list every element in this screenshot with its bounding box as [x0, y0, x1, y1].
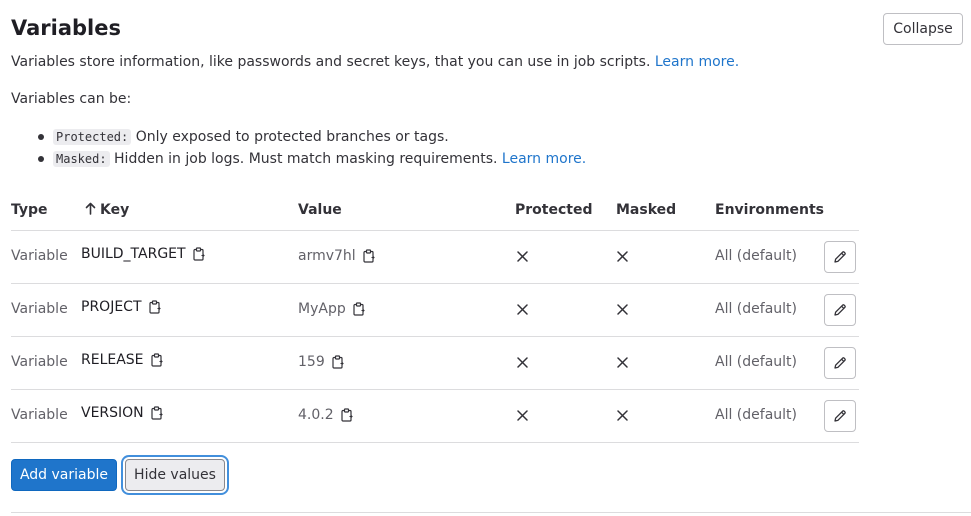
masked-code: Masked: [53, 151, 110, 167]
header-protected: Protected [515, 202, 593, 218]
variable-value-text: armv7hl [298, 248, 356, 264]
variable-value-text: 159 [298, 354, 325, 370]
variable-key-text: VERSION [81, 405, 144, 421]
arrow-up-icon [85, 202, 96, 215]
copy-key-icon[interactable] [151, 406, 163, 424]
collapse-button[interactable]: Collapse [883, 13, 963, 45]
protected-false-icon [517, 410, 528, 421]
variable-value-text: MyApp [298, 301, 346, 317]
masked-false-icon [617, 304, 628, 315]
header-value: Value [298, 202, 342, 218]
header-masked: Masked [616, 202, 677, 218]
masking-learn-more-link[interactable]: Learn more. [502, 151, 586, 167]
variable-type: Variable [11, 407, 68, 423]
variables-table: Type Key Value Protected Masked Environm… [11, 190, 859, 443]
variable-value-text: 4.0.2 [298, 407, 334, 423]
pencil-icon [834, 304, 846, 316]
protected-false-icon [517, 304, 528, 315]
variable-key-text: PROJECT [81, 299, 142, 315]
variable-value: armv7hl [298, 248, 375, 267]
variable-value: 4.0.2 [298, 407, 353, 426]
variable-type: Variable [11, 301, 68, 317]
edit-variable-button[interactable] [824, 241, 856, 273]
list-item: Masked: Hidden in job logs. Must match m… [11, 150, 586, 172]
table-header: Type Key Value Protected Masked Environm… [11, 190, 859, 231]
variable-type: Variable [11, 248, 68, 264]
learn-more-link[interactable]: Learn more. [655, 54, 739, 70]
edit-variable-button[interactable] [824, 347, 856, 379]
variable-environment: All (default) [715, 301, 797, 317]
protected-false-icon [517, 251, 528, 262]
masked-description: Hidden in job logs. Must match masking r… [114, 151, 498, 167]
table-row: Variable PROJECT MyApp All (default) [11, 284, 859, 337]
variable-key-text: RELEASE [81, 352, 144, 368]
variable-key-text: BUILD_TARGET [81, 246, 186, 262]
list-item: Protected: Only exposed to protected bra… [11, 128, 586, 150]
variable-environment: All (default) [715, 407, 797, 423]
hide-values-button[interactable]: Hide values [125, 459, 225, 491]
can-be-label: Variables can be: [11, 91, 132, 107]
section-divider [11, 512, 971, 513]
variable-type: Variable [11, 354, 68, 370]
variable-value: MyApp [298, 301, 365, 320]
description-text: Variables store information, like passwo… [11, 54, 651, 70]
table-row: Variable VERSION 4.0.2 All (default) [11, 390, 859, 443]
copy-key-icon[interactable] [150, 353, 163, 371]
table-row: Variable RELEASE 159 All (default) [11, 337, 859, 390]
variable-key: BUILD_TARGET [81, 246, 205, 265]
copy-value-icon[interactable] [341, 408, 353, 426]
variable-environment: All (default) [715, 248, 797, 264]
variable-key: PROJECT [81, 299, 161, 318]
protected-description: Only exposed to protected branches or ta… [135, 129, 449, 145]
header-type: Type [11, 202, 48, 218]
copy-value-icon[interactable] [353, 302, 365, 320]
copy-key-icon[interactable] [192, 247, 205, 265]
edit-variable-button[interactable] [824, 400, 856, 432]
variable-key: RELEASE [81, 352, 163, 371]
copy-value-icon[interactable] [332, 355, 344, 373]
variable-key: VERSION [81, 405, 163, 424]
variable-options-list: Protected: Only exposed to protected bra… [11, 128, 586, 172]
section-title: Variables [11, 16, 121, 40]
table-row: Variable BUILD_TARGET armv7hl All (defau… [11, 231, 859, 284]
masked-false-icon [617, 251, 628, 262]
masked-false-icon [617, 357, 628, 368]
header-key-label: Key [100, 202, 130, 218]
add-variable-button[interactable]: Add variable [11, 459, 117, 491]
header-key-sort[interactable]: Key [85, 202, 129, 218]
section-description: Variables store information, like passwo… [11, 54, 739, 70]
pencil-icon [834, 357, 846, 369]
variable-environment: All (default) [715, 354, 797, 370]
header-environments: Environments [715, 202, 825, 218]
masked-false-icon [617, 410, 628, 421]
protected-code: Protected: [53, 129, 132, 145]
edit-variable-button[interactable] [824, 294, 856, 326]
pencil-icon [834, 251, 846, 263]
variable-value: 159 [298, 354, 344, 373]
protected-false-icon [517, 357, 528, 368]
copy-value-icon[interactable] [363, 249, 375, 267]
copy-key-icon[interactable] [148, 300, 161, 318]
pencil-icon [834, 410, 846, 422]
